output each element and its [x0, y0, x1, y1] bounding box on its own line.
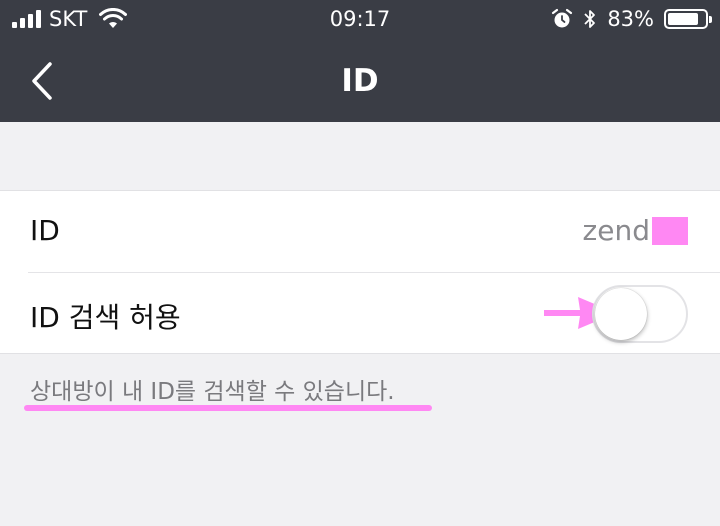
status-right: 83% [551, 7, 712, 31]
highlight-underline [24, 405, 432, 411]
battery-icon [664, 9, 712, 29]
id-value: zend [583, 214, 688, 247]
id-search-toggle[interactable] [592, 285, 688, 343]
page-title: ID [341, 63, 379, 99]
alarm-icon [552, 8, 573, 28]
battery-nub [709, 16, 712, 23]
toggle-knob[interactable] [595, 288, 647, 340]
settings-group: ID zend ID 검색 허용 [0, 190, 720, 354]
id-search-label: ID 검색 허용 [30, 301, 181, 334]
status-bar: SKT 09:17 83% [0, 0, 720, 40]
bluetooth-icon [584, 10, 596, 28]
id-search-row: ID 검색 허용 [28, 272, 720, 353]
id-value-text: zend [582, 214, 650, 247]
id-label: ID [30, 214, 60, 247]
id-search-description: 상대방이 내 ID를 검색할 수 있습니다. [30, 379, 395, 405]
battery-percent: 83% [607, 7, 654, 31]
id-row: ID zend [0, 191, 720, 272]
battery-fill [668, 13, 698, 25]
redaction-block [652, 216, 688, 245]
navigation-bar: ID [0, 40, 720, 122]
header: SKT 09:17 83% ID [0, 0, 720, 122]
